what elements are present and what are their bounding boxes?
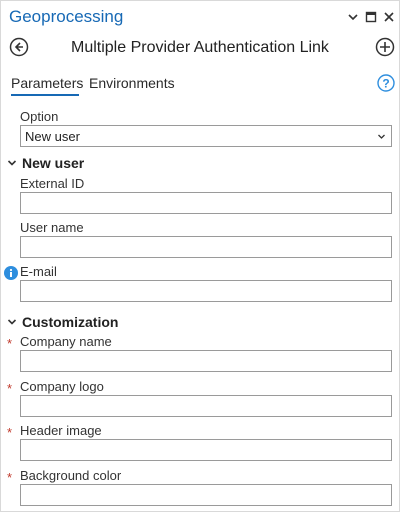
section-new-user[interactable]: New user [7,155,84,171]
company-logo-input[interactable] [21,396,391,416]
pane-titlebar: Geoprocessing [1,1,399,35]
chevron-down-icon[interactable] [345,9,361,25]
maximize-icon[interactable] [363,9,379,25]
user-name-label: User name [20,220,84,235]
company-logo-field[interactable] [20,395,392,417]
tab-parameters[interactable]: Parameters [11,75,83,91]
tool-header: Multiple Provider Authentication Link [1,35,399,63]
section-customization[interactable]: Customization [7,314,118,330]
pane-title: Geoprocessing [9,7,124,26]
close-icon[interactable] [381,9,397,25]
required-marker: * [7,470,13,485]
company-name-field[interactable] [20,350,392,372]
company-logo-label: Company logo [20,379,104,394]
email-label: E-mail [20,264,57,279]
option-label: Option [20,109,59,124]
required-marker: * [7,336,13,351]
tool-title: Multiple Provider Authentication Link [71,39,329,56]
help-icon[interactable]: ? [377,74,395,92]
external-id-label: External ID [20,176,85,191]
header-image-field[interactable] [20,439,392,461]
external-id-field[interactable] [20,192,392,214]
required-marker: * [7,425,13,440]
user-name-field[interactable] [20,236,392,258]
company-name-label: Company name [20,334,112,349]
background-color-input[interactable] [21,485,391,505]
info-icon[interactable] [4,266,18,280]
tab-environments[interactable]: Environments [89,75,175,91]
company-name-input[interactable] [21,351,391,371]
expand-chevron-icon [7,160,17,166]
header-image-label: Header image [20,423,102,438]
required-marker: * [7,381,13,396]
expand-chevron-icon [7,319,17,325]
tab-bar: Parameters Environments [1,73,399,99]
user-name-input[interactable] [21,237,391,257]
option-selected-value: New user [25,129,80,144]
svg-text:?: ? [382,77,389,91]
email-input[interactable] [21,281,391,301]
external-id-input[interactable] [21,193,391,213]
back-icon[interactable] [9,37,29,57]
add-icon[interactable] [375,37,395,57]
chevron-down-icon [378,134,385,139]
email-field[interactable] [20,280,392,302]
option-dropdown[interactable]: New user [20,125,392,147]
section-title: Customization [22,314,119,330]
section-title: New user [22,155,85,171]
background-color-field[interactable] [20,484,392,506]
header-image-input[interactable] [21,440,391,460]
background-color-label: Background color [20,468,122,483]
geoprocessing-pane: Geoprocessing Multiple Provider Authenti… [0,0,400,512]
active-tab-indicator [11,94,79,96]
